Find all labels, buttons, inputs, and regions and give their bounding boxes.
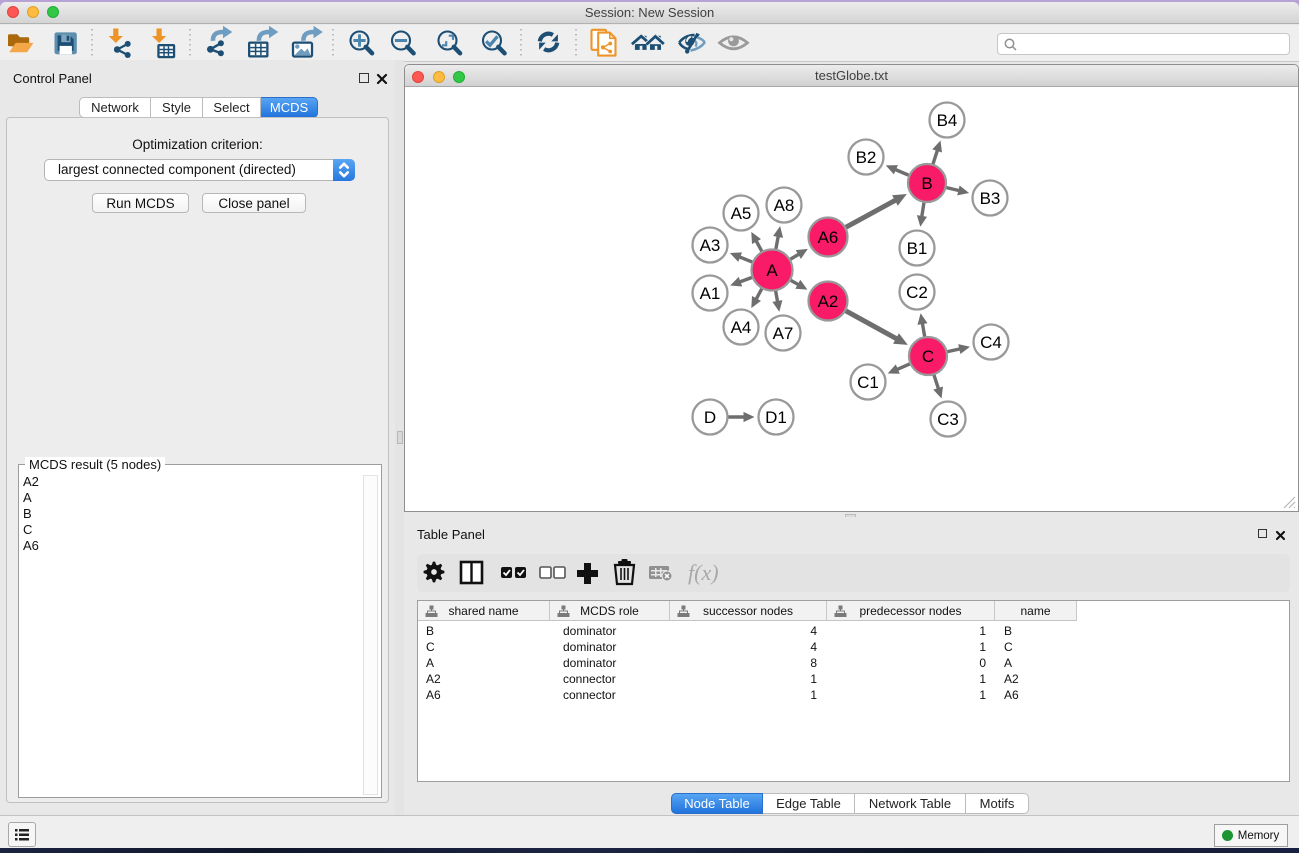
svg-text:A8: A8: [774, 196, 795, 215]
svg-text:f(x): f(x): [688, 560, 719, 585]
svg-text:A6: A6: [818, 228, 839, 247]
svg-text:C1: C1: [857, 373, 879, 392]
svg-text:B: B: [921, 174, 932, 193]
svg-text:C4: C4: [980, 333, 1002, 352]
svg-text:B1: B1: [907, 239, 928, 258]
svg-text:B3: B3: [980, 189, 1001, 208]
svg-text:A4: A4: [731, 318, 752, 337]
svg-text:A2: A2: [818, 292, 839, 311]
svg-text:A: A: [766, 261, 778, 280]
svg-text:D: D: [704, 408, 716, 427]
svg-text:A7: A7: [773, 324, 794, 343]
svg-text:A1: A1: [700, 284, 721, 303]
svg-text:A5: A5: [731, 204, 752, 223]
svg-text:B4: B4: [937, 111, 958, 130]
svg-text:C2: C2: [906, 283, 928, 302]
svg-text:B2: B2: [856, 148, 877, 167]
svg-text:A3: A3: [700, 236, 721, 255]
svg-text:C: C: [922, 347, 934, 366]
svg-text:C3: C3: [937, 410, 959, 429]
svg-text:D1: D1: [765, 408, 787, 427]
